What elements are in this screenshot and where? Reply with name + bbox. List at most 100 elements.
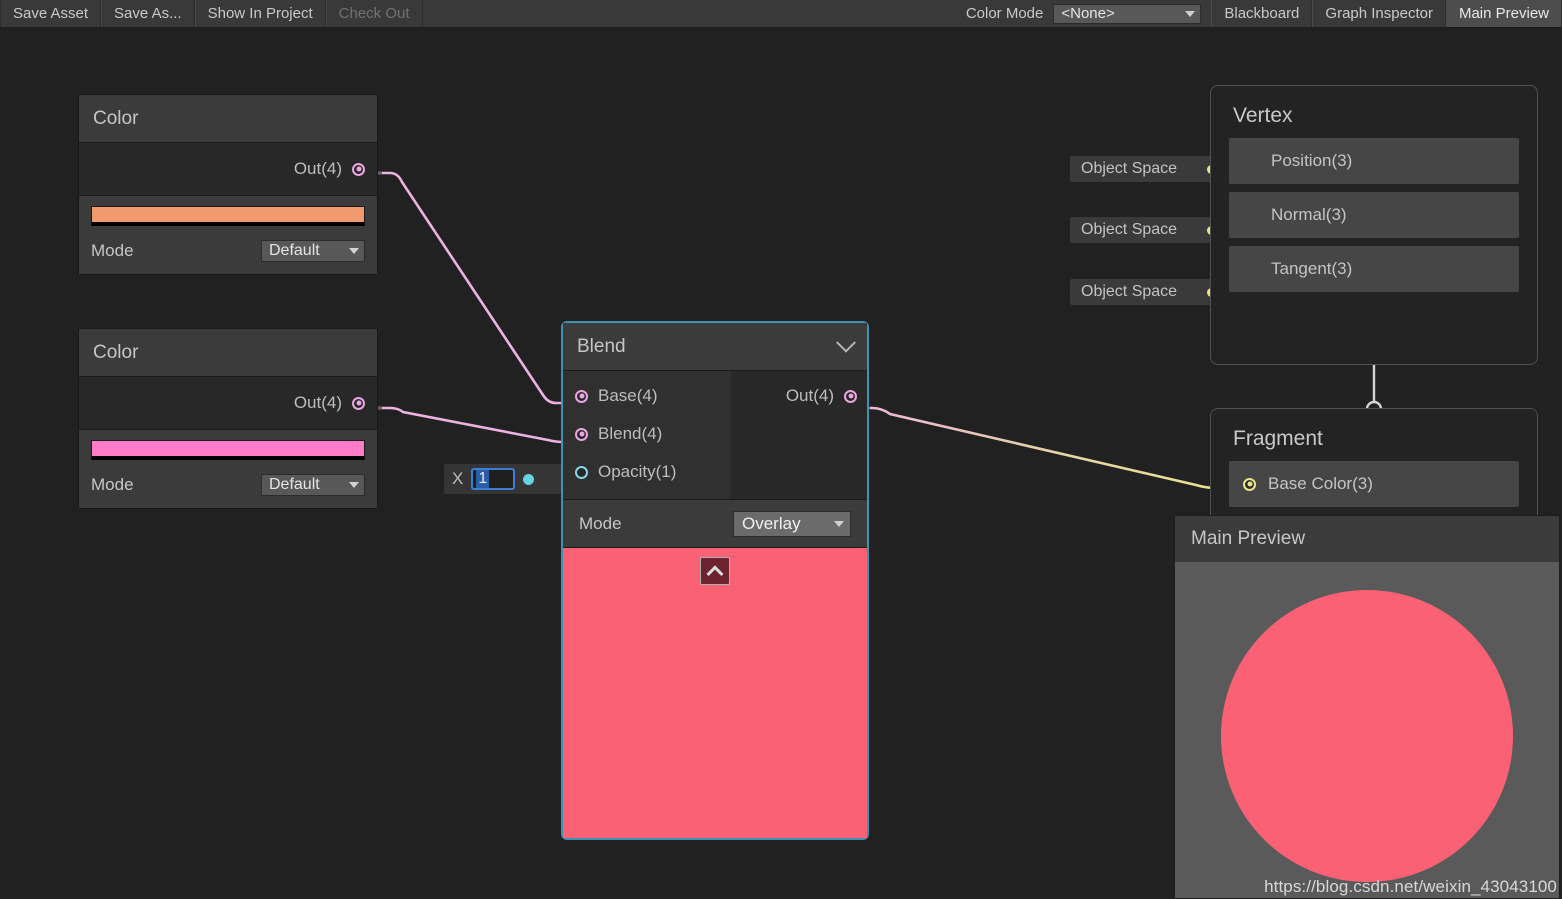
collapse-preview-button[interactable] (700, 557, 730, 585)
vertex-position-space-label: Object Space (1081, 160, 1178, 177)
chevron-down-icon (834, 520, 844, 527)
blackboard-label: Blackboard (1224, 5, 1300, 22)
blend-input-base[interactable]: Base(4) (563, 377, 731, 415)
color-node-a-mode-label: Mode (91, 241, 134, 260)
save-as-label: Save As... (114, 5, 182, 22)
color-node-b-header[interactable]: Color (79, 329, 377, 377)
preview-sphere (1221, 590, 1513, 882)
vertex-tangent-space-label: Object Space (1081, 283, 1178, 300)
color-node-a-header[interactable]: Color (79, 95, 377, 143)
blend-mode-value: Overlay (742, 513, 801, 533)
color-node-a-out-row: Out(4) (79, 143, 377, 195)
fragment-base-color-label: Base Color(3) (1268, 474, 1373, 493)
toolbar-spacer (422, 0, 952, 27)
main-preview-header: Main Preview (1175, 516, 1559, 562)
check-out-button: Check Out (325, 0, 423, 27)
main-preview-toggle-label: Main Preview (1458, 5, 1549, 22)
color-mode-dropdown[interactable]: <None> (1053, 3, 1202, 24)
vertex-slot-position[interactable]: Position(3) (1229, 138, 1519, 184)
opacity-float-field[interactable]: X 1 (444, 464, 562, 494)
fragment-base-color-port[interactable] (1243, 477, 1256, 491)
color-node-b-title: Color (93, 341, 139, 363)
opacity-axis-label: X (452, 469, 464, 488)
vertex-tangent-space-pill[interactable]: Object Space (1070, 279, 1225, 305)
color-node-b-out-label: Out(4) (293, 393, 342, 412)
graph-inspector-toggle-button[interactable]: Graph Inspector (1312, 0, 1446, 27)
chevron-down-icon (1185, 10, 1196, 17)
blend-opacity-label: Opacity(1) (598, 462, 677, 481)
blend-node-title: Blend (577, 335, 626, 357)
chevron-down-icon[interactable] (836, 332, 856, 353)
blend-base-port[interactable] (575, 389, 588, 403)
blend-mode-dropdown[interactable]: Overlay (733, 510, 851, 537)
blend-node-ports: Base(4) Blend(4) Opacity(1) Out(4) (563, 371, 867, 500)
blend-node[interactable]: Blend Base(4) Blend(4) Opacity(1) Out(4)… (561, 321, 869, 840)
vertex-normal-label: Normal(3) (1271, 205, 1347, 224)
vertex-title: Vertex (1233, 104, 1293, 127)
vertex-slot-tangent[interactable]: Tangent(3) (1229, 246, 1519, 292)
color-node-b[interactable]: Color Out(4) Mode Default (78, 328, 378, 509)
blend-node-inputs: Base(4) Blend(4) Opacity(1) (563, 371, 731, 499)
check-out-label: Check Out (338, 5, 410, 22)
chevron-down-icon (349, 482, 359, 488)
toolbar: Save Asset Save As... Show In Project Ch… (0, 0, 1562, 28)
blend-blend-label: Blend(4) (598, 424, 663, 443)
show-in-project-button[interactable]: Show In Project (194, 0, 326, 27)
color-node-a-body: Mode Default (79, 195, 377, 274)
vertex-position-label: Position(3) (1271, 151, 1353, 170)
blend-node-preview[interactable] (563, 548, 867, 838)
vertex-normal-space-pill[interactable]: Object Space (1070, 217, 1225, 243)
main-preview-title: Main Preview (1191, 528, 1306, 549)
color-node-b-body: Mode Default (79, 429, 377, 508)
vertex-tangent-label: Tangent(3) (1271, 259, 1353, 278)
color-node-b-mode-value: Default (269, 476, 320, 493)
main-preview-toggle-button[interactable]: Main Preview (1445, 0, 1562, 27)
blend-mode-row: Mode Overlay (563, 500, 867, 548)
blend-mode-label: Mode (579, 513, 622, 533)
fragment-title: Fragment (1233, 427, 1323, 450)
opacity-input[interactable]: 1 (471, 468, 516, 490)
vertex-normal-space-label: Object Space (1081, 221, 1178, 238)
graph-canvas[interactable]: Color Out(4) Mode Default Color Out(4) M… (0, 28, 1562, 899)
main-preview-viewport[interactable]: https://blog.csdn.net/weixin_43043100 (1175, 562, 1559, 898)
color-node-a-out-port[interactable] (352, 162, 365, 176)
vertex-slot-normal[interactable]: Normal(3) (1229, 192, 1519, 238)
blend-node-outputs: Out(4) (731, 371, 867, 499)
blend-opacity-port[interactable] (575, 465, 588, 479)
blend-input-blend[interactable]: Blend(4) (563, 415, 731, 453)
color-node-b-mode-label: Mode (91, 475, 134, 494)
color-node-a-swatch[interactable] (91, 206, 365, 226)
save-as-button[interactable]: Save As... (101, 0, 195, 27)
blend-out-port[interactable] (844, 389, 857, 403)
blend-blend-port[interactable] (575, 427, 588, 441)
color-node-a-mode-dropdown[interactable]: Default (261, 240, 365, 262)
blend-node-header[interactable]: Blend (563, 323, 867, 371)
watermark-text: https://blog.csdn.net/weixin_43043100 (1264, 877, 1557, 896)
chevron-down-icon (349, 248, 359, 254)
blend-output-row[interactable]: Out(4) (786, 377, 867, 415)
color-node-b-mode-dropdown[interactable]: Default (261, 474, 365, 496)
color-node-b-out-row: Out(4) (79, 377, 377, 429)
shader-graph-window: Save Asset Save As... Show In Project Ch… (0, 0, 1562, 899)
color-node-b-swatch[interactable] (91, 440, 365, 460)
main-preview-panel[interactable]: Main Preview https://blog.csdn.net/weixi… (1174, 515, 1560, 899)
blackboard-toggle-button[interactable]: Blackboard (1211, 0, 1313, 27)
color-node-a-title: Color (93, 107, 139, 129)
opacity-value: 1 (476, 470, 490, 488)
color-node-a[interactable]: Color Out(4) Mode Default (78, 94, 378, 275)
fragment-slot-base-color[interactable]: Base Color(3) (1229, 461, 1519, 507)
vertex-position-space-pill[interactable]: Object Space (1070, 156, 1225, 182)
chevron-up-icon (706, 565, 724, 583)
save-asset-label: Save Asset (13, 5, 89, 22)
color-node-a-mode-row: Mode Default (91, 240, 365, 262)
blend-base-label: Base(4) (598, 386, 658, 405)
show-in-project-label: Show In Project (207, 5, 313, 22)
vertex-master-node[interactable]: Vertex Position(3) Normal(3) Tangent(3) (1210, 85, 1538, 365)
color-node-b-mode-row: Mode Default (91, 474, 365, 496)
save-asset-button[interactable]: Save Asset (0, 0, 102, 27)
blend-input-opacity[interactable]: Opacity(1) (563, 453, 731, 491)
color-mode-value: <None> (1061, 5, 1115, 22)
color-mode-label: Color Mode (965, 5, 1044, 22)
opacity-slider-knob[interactable] (523, 473, 535, 485)
color-node-b-out-port[interactable] (352, 396, 365, 410)
